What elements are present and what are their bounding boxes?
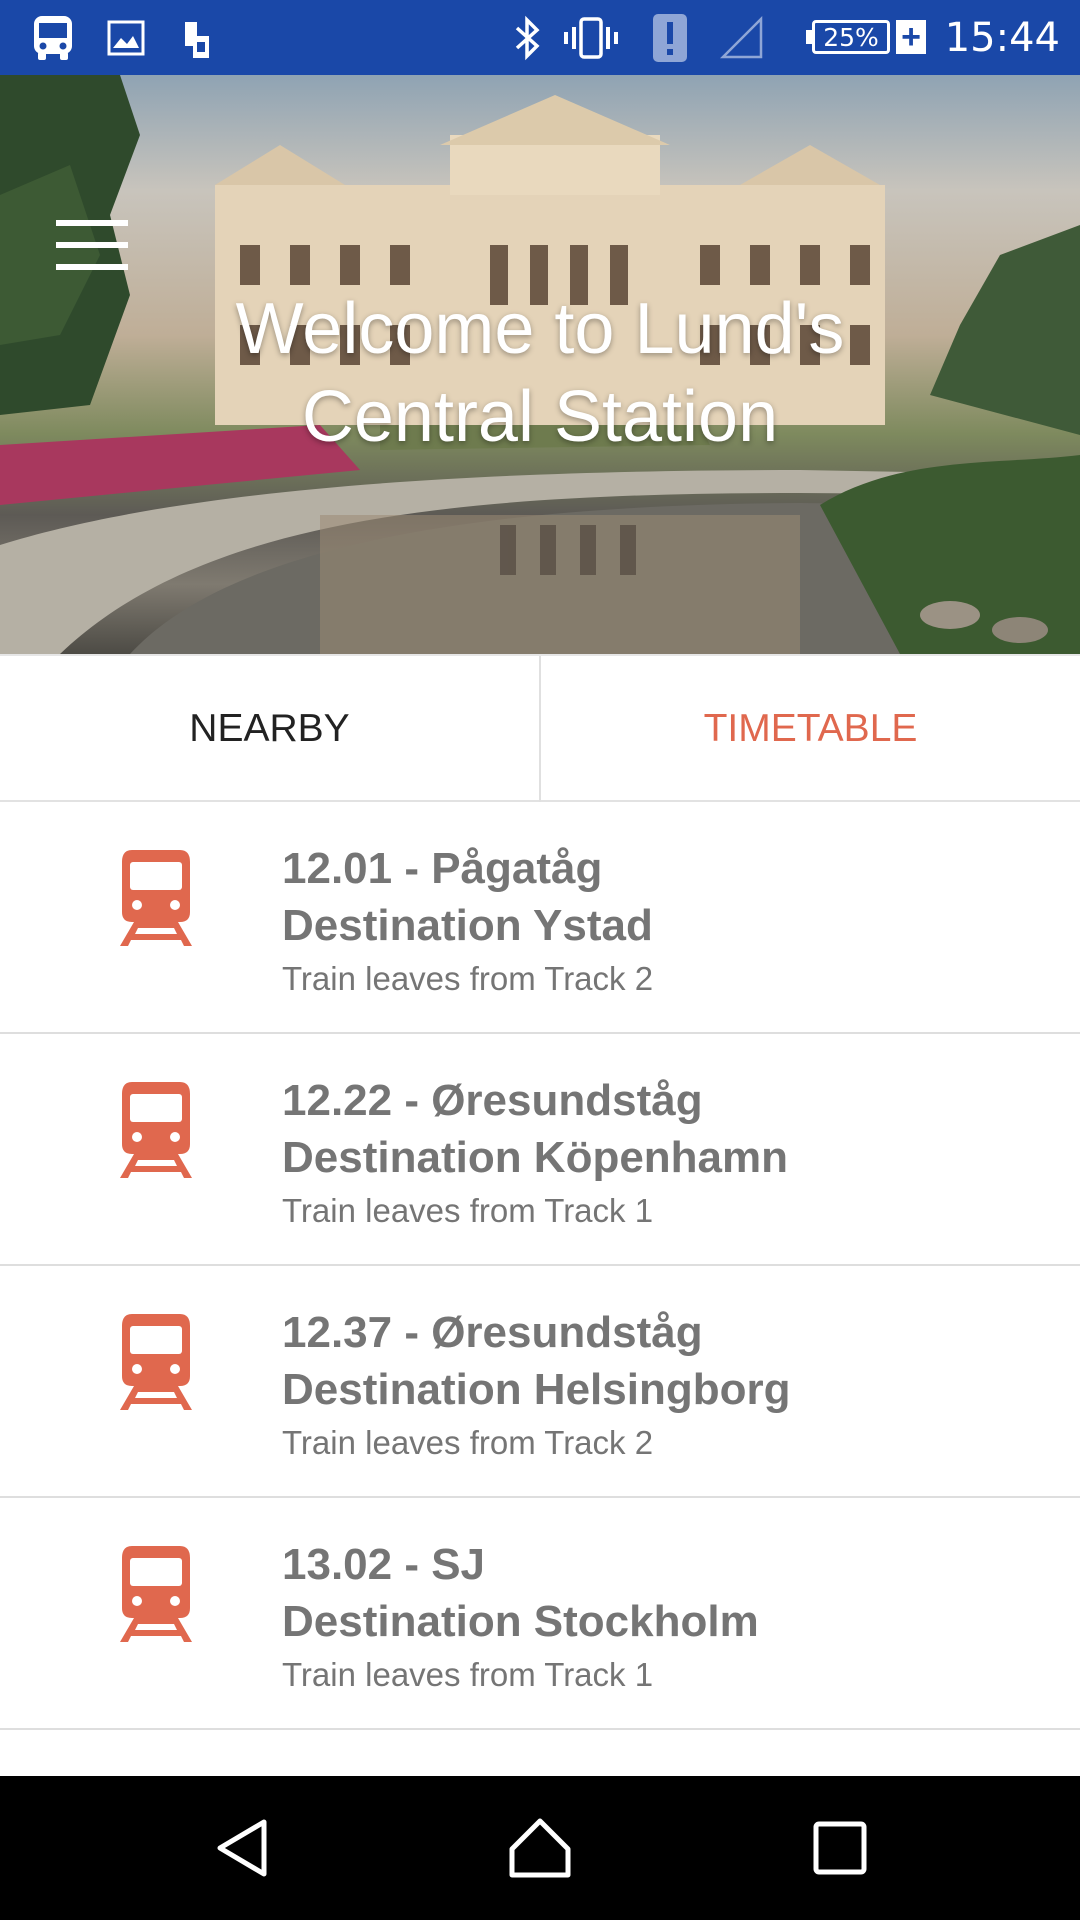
tab-bar: NEARBY TIMETABLE xyxy=(0,654,1080,802)
back-icon xyxy=(217,1819,267,1877)
list-item[interactable]: 13.02 - SJ Destination Stockholm Train l… xyxy=(0,1498,1080,1730)
list-item[interactable]: 12.01 - Pågatåg Destination Ystad Train … xyxy=(0,802,1080,1034)
page-title: Welcome to Lund's Central Station xyxy=(140,285,940,461)
sim-card-icon xyxy=(182,0,212,75)
title-line-2: Central Station xyxy=(301,377,779,457)
bluetooth-icon xyxy=(508,0,548,75)
charging-icon: + xyxy=(896,20,926,54)
train-icon xyxy=(120,1314,192,1410)
battery-icon: 25% xyxy=(812,20,890,54)
train-title: 13.02 - SJ Destination Stockholm xyxy=(282,1536,759,1650)
recents-button[interactable] xyxy=(780,1776,900,1920)
train-destination: Destination Helsingborg xyxy=(282,1365,791,1414)
signal-icon xyxy=(718,0,766,75)
train-title: 12.37 - Øresundståg Destination Helsingb… xyxy=(282,1304,790,1418)
train-time-operator: 12.22 - Øresundståg xyxy=(282,1076,703,1125)
train-list: 12.01 - Pågatåg Destination Ystad Train … xyxy=(0,802,1080,1730)
train-destination: Destination Köpenhamn xyxy=(282,1133,789,1182)
list-item[interactable]: 12.37 - Øresundståg Destination Helsingb… xyxy=(0,1266,1080,1498)
vibrate-icon xyxy=(560,0,622,75)
train-track: Train leaves from Track 2 xyxy=(282,1424,654,1461)
tab-nearby[interactable]: NEARBY xyxy=(0,656,539,802)
train-track: Train leaves from Track 1 xyxy=(282,1192,654,1229)
status-bar: 25% + 15:44 xyxy=(0,0,1080,75)
tab-timetable[interactable]: TIMETABLE xyxy=(541,656,1080,802)
recents-icon xyxy=(813,1821,867,1875)
train-title: 12.01 - Pågatåg Destination Ystad xyxy=(282,840,653,954)
list-item[interactable]: 12.22 - Øresundståg Destination Köpenham… xyxy=(0,1034,1080,1266)
clock: 15:44 xyxy=(944,15,1060,61)
title-line-1: Welcome to Lund's xyxy=(235,289,845,369)
hamburger-menu-icon xyxy=(56,264,128,270)
menu-button[interactable] xyxy=(56,220,128,270)
train-title: 12.22 - Øresundståg Destination Köpenham… xyxy=(282,1072,788,1186)
home-icon xyxy=(509,1818,571,1878)
bus-icon xyxy=(30,0,76,75)
train-time-operator: 12.37 - Øresundståg xyxy=(282,1308,703,1357)
navigation-bar xyxy=(0,1776,1080,1920)
hamburger-menu-icon xyxy=(56,220,128,226)
train-icon xyxy=(120,850,192,946)
train-destination: Destination Ystad xyxy=(282,901,653,950)
train-track: Train leaves from Track 1 xyxy=(282,1656,654,1693)
train-track: Train leaves from Track 2 xyxy=(282,960,654,997)
train-icon xyxy=(120,1082,192,1178)
hero-banner: Welcome to Lund's Central Station xyxy=(0,75,1080,654)
image-icon xyxy=(106,0,146,75)
back-button[interactable] xyxy=(182,1776,302,1920)
alert-icon xyxy=(650,0,690,75)
train-time-operator: 13.02 - SJ xyxy=(282,1540,486,1589)
train-destination: Destination Stockholm xyxy=(282,1597,759,1646)
train-time-operator: 12.01 - Pågatåg xyxy=(282,844,603,893)
train-icon xyxy=(120,1546,192,1642)
hamburger-menu-icon xyxy=(56,242,128,248)
home-button[interactable] xyxy=(480,1776,600,1920)
